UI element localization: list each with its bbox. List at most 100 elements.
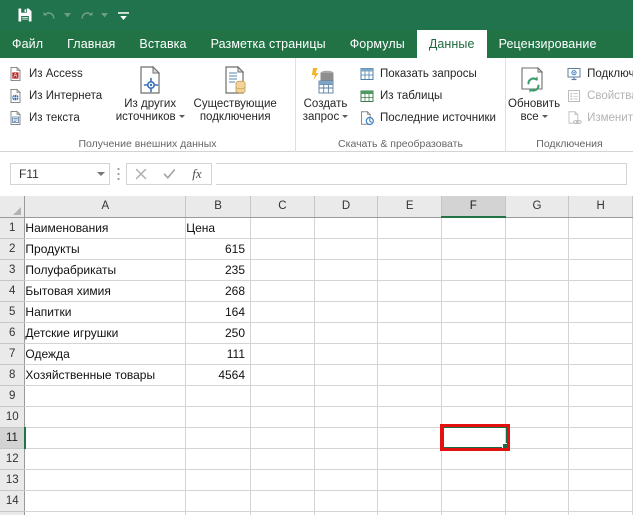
cell-b6[interactable]: 250 <box>185 322 252 344</box>
cell-d3[interactable] <box>314 259 379 281</box>
redo-dropdown-button[interactable] <box>99 4 110 26</box>
cell-e15[interactable] <box>377 511 442 515</box>
row-header-4[interactable]: 4 <box>0 280 26 302</box>
cell-h7[interactable] <box>568 343 633 365</box>
redo-button[interactable] <box>75 4 97 26</box>
existing-connections-button[interactable]: Существующие подключения <box>189 61 281 124</box>
cell-a10[interactable] <box>24 406 187 428</box>
cell-e8[interactable] <box>377 364 442 386</box>
column-header-b[interactable]: B <box>185 196 252 218</box>
edit-links-button[interactable]: Изменить связи <box>564 107 633 129</box>
new-query-button[interactable]: Создать запрос <box>296 61 355 124</box>
row-header-5[interactable]: 5 <box>0 301 26 323</box>
cell-h6[interactable] <box>568 322 633 344</box>
cell-g1[interactable] <box>505 217 570 239</box>
cell-f10[interactable] <box>441 406 506 428</box>
chevron-down-icon[interactable] <box>342 115 349 119</box>
cell-e1[interactable] <box>377 217 442 239</box>
cell-b3[interactable]: 235 <box>185 259 252 281</box>
cell-e10[interactable] <box>377 406 442 428</box>
chevron-down-icon[interactable] <box>178 115 185 119</box>
cancel-entry-button[interactable] <box>127 164 155 184</box>
cell-g5[interactable] <box>505 301 570 323</box>
from-other-sources-button[interactable]: Из других источников <box>111 61 189 124</box>
recent-sources-button[interactable]: Последние источники <box>357 107 501 129</box>
cell-d4[interactable] <box>314 280 379 302</box>
cell-b7[interactable]: 111 <box>185 343 252 365</box>
cell-d8[interactable] <box>314 364 379 386</box>
cell-h8[interactable] <box>568 364 633 386</box>
cell-b14[interactable] <box>185 490 252 512</box>
cell-d7[interactable] <box>314 343 379 365</box>
from-access-button[interactable]: A Из Access <box>6 63 107 85</box>
cell-b8[interactable]: 4564 <box>185 364 252 386</box>
from-table-button[interactable]: Из таблицы <box>357 85 501 107</box>
cell-a9[interactable] <box>24 385 187 407</box>
tab-home[interactable]: Главная <box>55 30 127 58</box>
cell-a3[interactable]: Полуфабрикаты <box>24 259 187 281</box>
cell-d1[interactable] <box>314 217 379 239</box>
cell-h5[interactable] <box>568 301 633 323</box>
cell-c10[interactable] <box>250 406 315 428</box>
cell-a13[interactable] <box>24 469 187 491</box>
cell-f12[interactable] <box>441 448 506 470</box>
cell-c9[interactable] <box>250 385 315 407</box>
refresh-all-button[interactable]: Обновить все <box>506 61 562 124</box>
cell-c8[interactable] <box>250 364 315 386</box>
column-header-d[interactable]: D <box>314 196 379 218</box>
cell-c14[interactable] <box>250 490 315 512</box>
cell-f1[interactable] <box>441 217 506 239</box>
cell-d10[interactable] <box>314 406 379 428</box>
column-header-f[interactable]: F <box>441 196 506 218</box>
from-text-button[interactable]: Из текста <box>6 107 107 129</box>
cell-a8[interactable]: Хозяйственные товары <box>24 364 187 386</box>
cell-e14[interactable] <box>377 490 442 512</box>
cell-b4[interactable]: 268 <box>185 280 252 302</box>
row-header-1[interactable]: 1 <box>0 217 26 239</box>
cell-d11[interactable] <box>314 427 379 449</box>
cell-h9[interactable] <box>568 385 633 407</box>
cell-d12[interactable] <box>314 448 379 470</box>
column-header-c[interactable]: C <box>250 196 315 218</box>
cell-c11[interactable] <box>250 427 315 449</box>
cell-g2[interactable] <box>505 238 570 260</box>
formula-input[interactable] <box>216 163 627 185</box>
properties-button[interactable]: Свойства <box>564 85 633 107</box>
cell-h10[interactable] <box>568 406 633 428</box>
chevron-down-icon[interactable] <box>541 115 548 119</box>
cell-b9[interactable] <box>185 385 252 407</box>
cell-e4[interactable] <box>377 280 442 302</box>
row-header-11[interactable]: 11 <box>0 427 26 449</box>
cell-f2[interactable] <box>441 238 506 260</box>
cell-h15[interactable] <box>568 511 633 515</box>
cell-c15[interactable] <box>250 511 315 515</box>
show-queries-button[interactable]: Показать запросы <box>357 63 501 85</box>
cell-h4[interactable] <box>568 280 633 302</box>
cell-g12[interactable] <box>505 448 570 470</box>
cell-e9[interactable] <box>377 385 442 407</box>
cell-d6[interactable] <box>314 322 379 344</box>
chevron-down-icon[interactable] <box>97 172 105 176</box>
cell-c13[interactable] <box>250 469 315 491</box>
tab-data[interactable]: Данные <box>416 30 487 58</box>
undo-dropdown-button[interactable] <box>62 4 73 26</box>
row-header-14[interactable]: 14 <box>0 490 26 512</box>
row-header-6[interactable]: 6 <box>0 322 26 344</box>
cell-e11[interactable] <box>377 427 442 449</box>
cell-c3[interactable] <box>250 259 315 281</box>
cell-e5[interactable] <box>377 301 442 323</box>
cell-g8[interactable] <box>505 364 570 386</box>
column-header-e[interactable]: E <box>377 196 442 218</box>
cell-f14[interactable] <box>441 490 506 512</box>
cell-e13[interactable] <box>377 469 442 491</box>
connections-button[interactable]: Подключения <box>564 63 633 85</box>
cell-a6[interactable]: Детские игрушки <box>24 322 187 344</box>
cell-g3[interactable] <box>505 259 570 281</box>
cell-b2[interactable]: 615 <box>185 238 252 260</box>
cell-c7[interactable] <box>250 343 315 365</box>
cell-b1[interactable]: Цена <box>185 217 252 239</box>
select-all-corner[interactable] <box>0 196 26 218</box>
cell-b12[interactable] <box>185 448 252 470</box>
row-header-9[interactable]: 9 <box>0 385 26 407</box>
cell-f3[interactable] <box>441 259 506 281</box>
